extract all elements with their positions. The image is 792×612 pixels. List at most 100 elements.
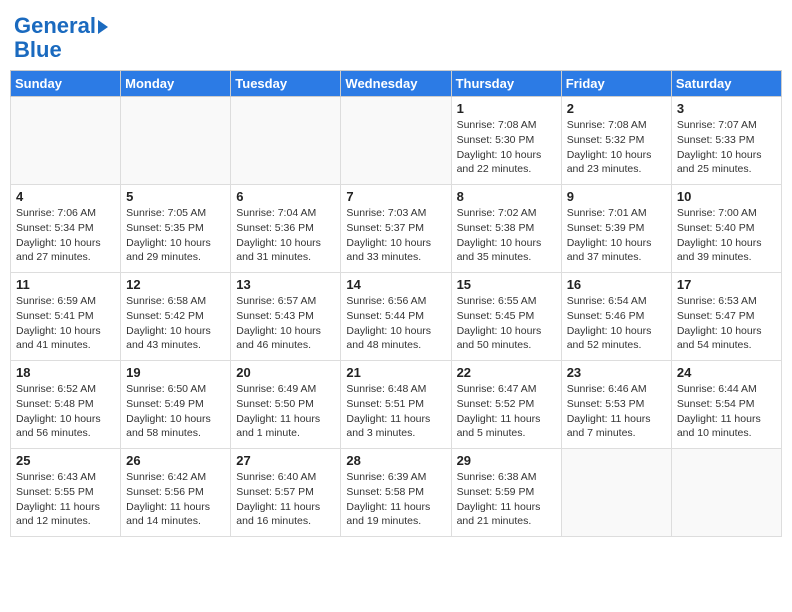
calendar-cell: 6 Sunrise: 7:04 AM Sunset: 5:36 PM Daylig… — [231, 185, 341, 273]
day-number: 11 — [16, 277, 115, 292]
calendar-table: SundayMondayTuesdayWednesdayThursdayFrid… — [10, 70, 782, 537]
day-number: 25 — [16, 453, 115, 468]
day-info: Sunrise: 6:52 AM Sunset: 5:48 PM Dayligh… — [16, 382, 115, 441]
day-number: 22 — [457, 365, 556, 380]
day-info: Sunrise: 7:08 AM Sunset: 5:32 PM Dayligh… — [567, 118, 666, 177]
day-number: 7 — [346, 189, 445, 204]
day-info: Sunrise: 7:06 AM Sunset: 5:34 PM Dayligh… — [16, 206, 115, 265]
day-number: 3 — [677, 101, 776, 116]
calendar-cell: 9Sunrise: 7:01 AM Sunset: 5:39 PM Daylig… — [561, 185, 671, 273]
calendar-cell: 15 Sunrise: 6:55 AM Sunset: 5:45 PM Dayli… — [451, 273, 561, 361]
day-number: 23 — [567, 365, 666, 380]
day-number: 28 — [346, 453, 445, 468]
day-number: 16 — [567, 277, 666, 292]
calendar-cell: 14 Sunrise: 6:56 AM Sunset: 5:44 PM Dayli… — [341, 273, 451, 361]
day-number: 1 — [457, 101, 556, 116]
day-number: 12 — [126, 277, 225, 292]
calendar-header-row: SundayMondayTuesdayWednesdayThursdayFrid… — [11, 71, 782, 97]
day-info: Sunrise: 6:40 AM Sunset: 5:57 PM Dayligh… — [236, 470, 335, 529]
day-info: Sunrise: 7:01 AM Sunset: 5:39 PM Dayligh… — [567, 206, 666, 265]
logo-text: General — [14, 14, 96, 38]
day-info: Sunrise: 7:03 AM Sunset: 5:37 PM Dayligh… — [346, 206, 445, 265]
day-info: Sunrise: 6:58 AM Sunset: 5:42 PM Dayligh… — [126, 294, 225, 353]
day-number: 21 — [346, 365, 445, 380]
weekday-header: Friday — [561, 71, 671, 97]
day-number: 6 — [236, 189, 335, 204]
calendar-week-row: 11 Sunrise: 6:59 AM Sunset: 5:41 PM Dayli… — [11, 273, 782, 361]
day-info: Sunrise: 7:02 AM Sunset: 5:38 PM Dayligh… — [457, 206, 556, 265]
calendar-cell: 5 Sunrise: 7:05 AM Sunset: 5:35 PM Daylig… — [121, 185, 231, 273]
calendar-cell: 12 Sunrise: 6:58 AM Sunset: 5:42 PM Dayli… — [121, 273, 231, 361]
calendar-cell — [561, 449, 671, 537]
calendar-cell: 11 Sunrise: 6:59 AM Sunset: 5:41 PM Dayli… — [11, 273, 121, 361]
calendar-cell — [231, 97, 341, 185]
calendar-cell: 20 Sunrise: 6:49 AM Sunset: 5:50 PM Dayli… — [231, 361, 341, 449]
calendar-cell: 8 Sunrise: 7:02 AM Sunset: 5:38 PM Daylig… — [451, 185, 561, 273]
day-info: Sunrise: 6:47 AM Sunset: 5:52 PM Dayligh… — [457, 382, 556, 441]
day-info: Sunrise: 6:42 AM Sunset: 5:56 PM Dayligh… — [126, 470, 225, 529]
calendar-cell: 7 Sunrise: 7:03 AM Sunset: 5:37 PM Daylig… — [341, 185, 451, 273]
day-number: 24 — [677, 365, 776, 380]
calendar-cell: 24 Sunrise: 6:44 AM Sunset: 5:54 PM Dayli… — [671, 361, 781, 449]
day-info: Sunrise: 6:49 AM Sunset: 5:50 PM Dayligh… — [236, 382, 335, 441]
calendar-cell: 26 Sunrise: 6:42 AM Sunset: 5:56 PM Dayli… — [121, 449, 231, 537]
calendar-cell: 27 Sunrise: 6:40 AM Sunset: 5:57 PM Dayli… — [231, 449, 341, 537]
calendar-cell — [341, 97, 451, 185]
day-info: Sunrise: 6:57 AM Sunset: 5:43 PM Dayligh… — [236, 294, 335, 353]
calendar-cell: 25 Sunrise: 6:43 AM Sunset: 5:55 PM Dayli… — [11, 449, 121, 537]
day-number: 17 — [677, 277, 776, 292]
logo: General Blue — [14, 14, 108, 62]
day-number: 10 — [677, 189, 776, 204]
calendar-cell: 21 Sunrise: 6:48 AM Sunset: 5:51 PM Dayli… — [341, 361, 451, 449]
calendar-cell: 2 Sunrise: 7:08 AM Sunset: 5:32 PM Daylig… — [561, 97, 671, 185]
day-number: 8 — [457, 189, 556, 204]
day-info: Sunrise: 6:43 AM Sunset: 5:55 PM Dayligh… — [16, 470, 115, 529]
day-info: Sunrise: 6:55 AM Sunset: 5:45 PM Dayligh… — [457, 294, 556, 353]
weekday-header: Thursday — [451, 71, 561, 97]
day-number: 2 — [567, 101, 666, 116]
day-number: 15 — [457, 277, 556, 292]
day-number: 29 — [457, 453, 556, 468]
calendar-week-row: 25 Sunrise: 6:43 AM Sunset: 5:55 PM Dayli… — [11, 449, 782, 537]
day-number: 19 — [126, 365, 225, 380]
day-info: Sunrise: 6:39 AM Sunset: 5:58 PM Dayligh… — [346, 470, 445, 529]
calendar-cell: 19 Sunrise: 6:50 AM Sunset: 5:49 PM Dayli… — [121, 361, 231, 449]
day-info: Sunrise: 7:07 AM Sunset: 5:33 PM Dayligh… — [677, 118, 776, 177]
day-number: 20 — [236, 365, 335, 380]
calendar-cell: 13 Sunrise: 6:57 AM Sunset: 5:43 PM Dayli… — [231, 273, 341, 361]
day-info: Sunrise: 7:05 AM Sunset: 5:35 PM Dayligh… — [126, 206, 225, 265]
calendar-cell: 10 Sunrise: 7:00 AM Sunset: 5:40 PM Dayli… — [671, 185, 781, 273]
day-number: 4 — [16, 189, 115, 204]
logo-icon — [98, 20, 108, 34]
day-number: 13 — [236, 277, 335, 292]
day-number: 26 — [126, 453, 225, 468]
weekday-header: Saturday — [671, 71, 781, 97]
day-number: 18 — [16, 365, 115, 380]
logo-subtext: Blue — [14, 38, 108, 62]
day-info: Sunrise: 6:48 AM Sunset: 5:51 PM Dayligh… — [346, 382, 445, 441]
day-info: Sunrise: 6:38 AM Sunset: 5:59 PM Dayligh… — [457, 470, 556, 529]
calendar-cell: 18 Sunrise: 6:52 AM Sunset: 5:48 PM Dayli… — [11, 361, 121, 449]
day-number: 5 — [126, 189, 225, 204]
calendar-cell — [11, 97, 121, 185]
calendar-cell: 1 Sunrise: 7:08 AM Sunset: 5:30 PM Daylig… — [451, 97, 561, 185]
day-info: Sunrise: 6:44 AM Sunset: 5:54 PM Dayligh… — [677, 382, 776, 441]
calendar-cell: 23 Sunrise: 6:46 AM Sunset: 5:53 PM Dayli… — [561, 361, 671, 449]
calendar-week-row: 1 Sunrise: 7:08 AM Sunset: 5:30 PM Daylig… — [11, 97, 782, 185]
day-info: Sunrise: 6:59 AM Sunset: 5:41 PM Dayligh… — [16, 294, 115, 353]
day-info: Sunrise: 6:56 AM Sunset: 5:44 PM Dayligh… — [346, 294, 445, 353]
calendar-week-row: 18 Sunrise: 6:52 AM Sunset: 5:48 PM Dayli… — [11, 361, 782, 449]
calendar-cell: 17Sunrise: 6:53 AM Sunset: 5:47 PM Dayli… — [671, 273, 781, 361]
day-info: Sunrise: 6:50 AM Sunset: 5:49 PM Dayligh… — [126, 382, 225, 441]
calendar-cell: 28 Sunrise: 6:39 AM Sunset: 5:58 PM Dayli… — [341, 449, 451, 537]
day-number: 27 — [236, 453, 335, 468]
calendar-cell: 16Sunrise: 6:54 AM Sunset: 5:46 PM Dayli… — [561, 273, 671, 361]
day-info: Sunrise: 7:04 AM Sunset: 5:36 PM Dayligh… — [236, 206, 335, 265]
calendar-cell: 22 Sunrise: 6:47 AM Sunset: 5:52 PM Dayli… — [451, 361, 561, 449]
weekday-header: Wednesday — [341, 71, 451, 97]
day-info: Sunrise: 6:46 AM Sunset: 5:53 PM Dayligh… — [567, 382, 666, 441]
calendar-cell — [671, 449, 781, 537]
day-number: 14 — [346, 277, 445, 292]
day-info: Sunrise: 7:08 AM Sunset: 5:30 PM Dayligh… — [457, 118, 556, 177]
day-info: Sunrise: 7:00 AM Sunset: 5:40 PM Dayligh… — [677, 206, 776, 265]
